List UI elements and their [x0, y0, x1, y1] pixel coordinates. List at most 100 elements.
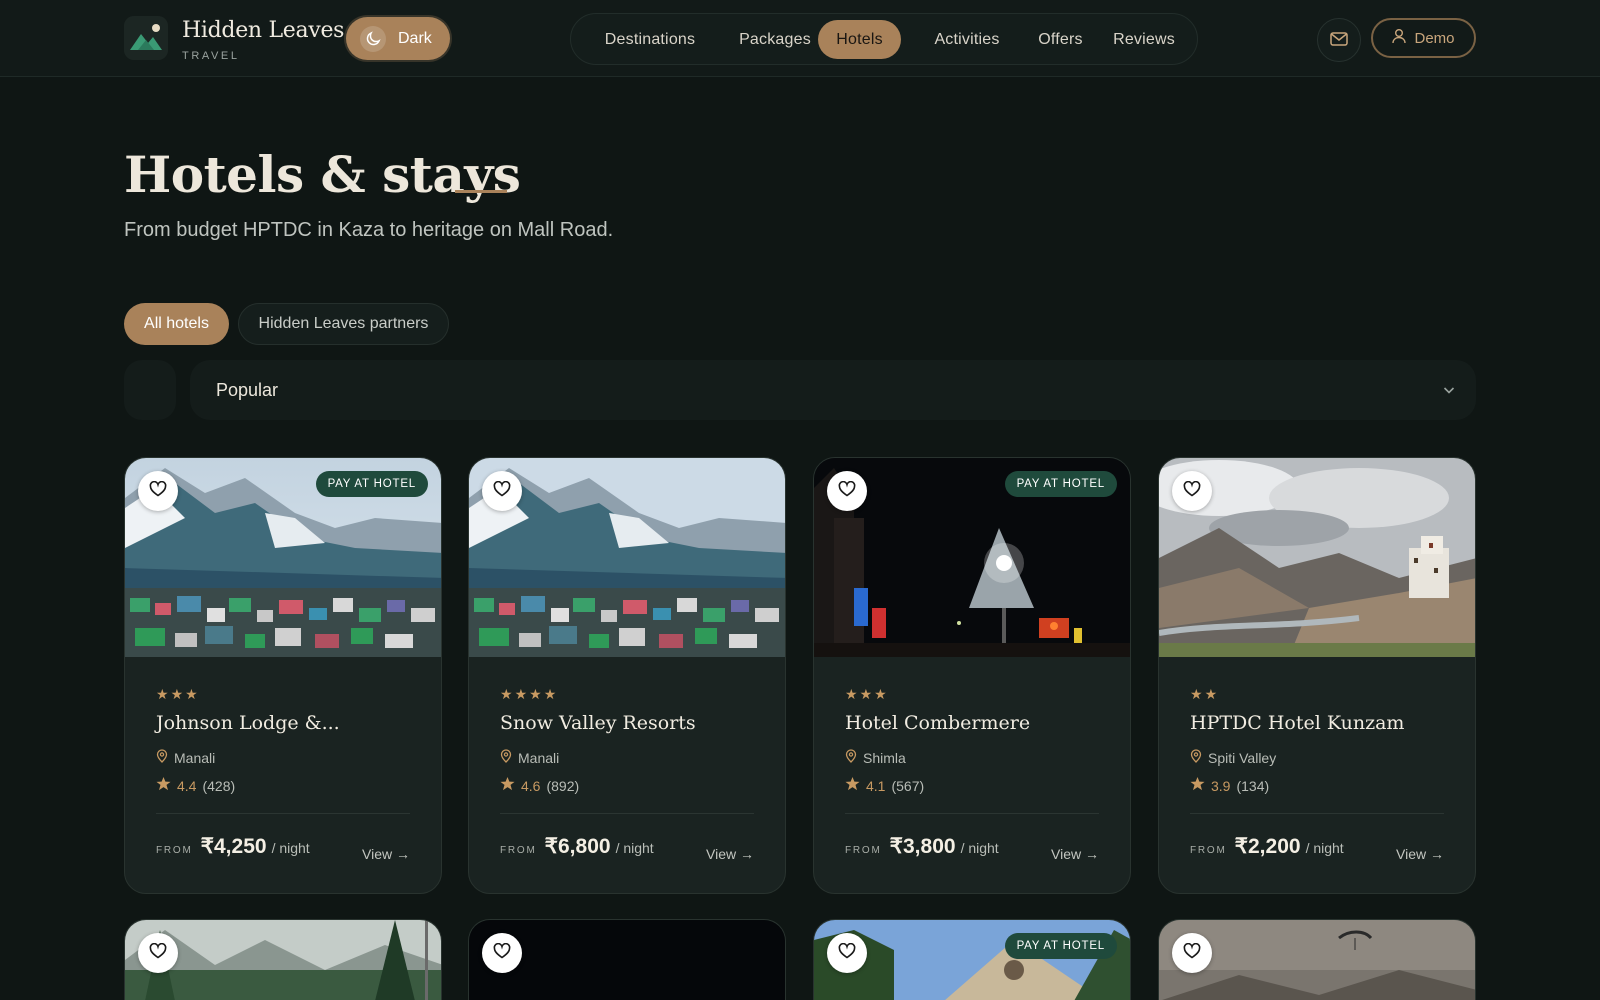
hotel-name[interactable]: Johnson Lodge &... — [156, 712, 340, 734]
guest-rating: 3.9 (134) — [1190, 776, 1269, 795]
location-text: Shimla — [863, 749, 906, 766]
per-night-label: / night — [1305, 840, 1344, 856]
from-label: FROM — [500, 845, 537, 856]
nav-reviews[interactable]: Reviews — [1099, 20, 1189, 59]
user-icon — [1392, 28, 1407, 48]
star-icon: ★ — [874, 687, 887, 703]
star-rating-class: ★ ★ ★ ★ — [500, 688, 556, 702]
nav-activities[interactable]: Activities — [911, 20, 1023, 59]
mail-button[interactable] — [1317, 18, 1361, 62]
star-icon — [1190, 776, 1205, 795]
card-divider — [156, 813, 410, 814]
favorite-button[interactable] — [827, 933, 867, 973]
hotel-location: Manali — [156, 748, 215, 767]
review-count: (428) — [202, 777, 236, 794]
guest-rating: 4.1 (567) — [845, 776, 924, 795]
star-icon — [500, 776, 515, 795]
location-text: Spiti Valley — [1208, 749, 1277, 766]
user-account-button[interactable]: Demo — [1371, 18, 1476, 58]
map-pin-icon — [1190, 748, 1202, 767]
nav-offers[interactable]: Offers — [1013, 20, 1108, 59]
star-icon: ★ — [529, 687, 542, 703]
from-label: FROM — [845, 845, 882, 856]
page-subtitle: From budget HPTDC in Kaza to heritage on… — [124, 219, 614, 241]
location-text: Manali — [174, 749, 216, 766]
heart-icon — [1183, 480, 1201, 501]
star-icon: ★ — [156, 687, 169, 703]
hotel-card[interactable]: ★ ★ HPTDC Hotel Kunzam Spiti Valley 3.9 (… — [1158, 457, 1476, 894]
location-text: Manali — [518, 749, 560, 766]
guest-rating: 4.6 (892) — [500, 776, 579, 795]
nav-packages[interactable]: Packages — [719, 20, 831, 59]
star-icon: ★ — [1190, 687, 1203, 703]
price-value: ₹6,800 — [544, 835, 611, 858]
per-night-label: / night — [271, 840, 310, 856]
main-nav: Destinations Packages Hotels Activities … — [570, 13, 1198, 65]
nav-hotels[interactable]: Hotels — [818, 20, 901, 59]
hotel-card[interactable]: PAY AT HOTEL — [813, 919, 1131, 1000]
sort-value: Popular — [216, 379, 279, 400]
title-accent-rule — [455, 190, 507, 193]
favorite-button[interactable] — [482, 471, 522, 511]
nav-destinations[interactable]: Destinations — [583, 20, 717, 59]
hotel-card[interactable] — [124, 919, 442, 1000]
hotel-name[interactable]: Hotel Combermere — [845, 712, 1030, 734]
hotel-location: Spiti Valley — [1190, 748, 1276, 767]
star-icon: ★ — [514, 687, 528, 703]
favorite-button[interactable] — [827, 471, 867, 511]
sort-select[interactable]: Popular — [190, 360, 1476, 420]
chevron-down-icon — [1442, 382, 1456, 401]
price-value: ₹2,200 — [1234, 835, 1301, 858]
pay-at-hotel-badge: PAY AT HOTEL — [315, 471, 428, 497]
card-divider — [1190, 813, 1444, 814]
map-pin-icon — [156, 748, 168, 767]
rating-value: 4.6 — [521, 777, 541, 794]
favorite-button[interactable] — [1172, 933, 1212, 973]
review-count: (567) — [891, 777, 925, 794]
hotel-card[interactable] — [468, 919, 786, 1000]
price-row: FROM ₹4,250 / night — [156, 834, 310, 859]
star-icon: ★ — [170, 687, 184, 703]
theme-label: Dark — [398, 29, 432, 47]
star-icon: ★ — [500, 687, 513, 703]
map-pin-icon — [845, 748, 857, 767]
heart-icon — [149, 942, 167, 963]
favorite-button[interactable] — [1172, 471, 1212, 511]
moon-icon — [360, 25, 386, 52]
favorite-button[interactable] — [138, 471, 178, 511]
filter-all-hotels[interactable]: All hotels — [124, 303, 229, 345]
price-row: FROM ₹6,800 / night — [500, 834, 654, 859]
price-value: ₹3,800 — [889, 835, 956, 858]
card-divider — [500, 813, 754, 814]
theme-toggle-button[interactable]: Dark — [346, 17, 450, 60]
heart-icon — [838, 942, 856, 963]
hotel-card[interactable]: ★ ★ ★ ★ Snow Valley Resorts Manali 4.6 (892… — [468, 457, 786, 894]
favorite-button[interactable] — [138, 933, 178, 973]
star-rating-class: ★ ★ ★ — [156, 688, 198, 702]
hotel-card[interactable]: PAY AT HOTEL ★ ★ ★ Johnson Lodge &... Mana… — [124, 457, 442, 894]
brand-subtitle: TRAVEL — [182, 50, 240, 62]
star-icon: ★ — [859, 687, 873, 703]
filter-toggle-button[interactable] — [124, 360, 176, 420]
heart-icon — [1183, 942, 1201, 963]
hotel-card[interactable]: PAY AT HOTEL ★ ★ ★ Hotel Combermere Shimla… — [813, 457, 1131, 894]
star-icon — [156, 776, 171, 795]
rating-value: 4.4 — [177, 777, 197, 794]
view-link[interactable]: View → — [362, 846, 410, 862]
hotel-name[interactable]: Snow Valley Resorts — [500, 712, 696, 734]
filter-partners[interactable]: Hidden Leaves partners — [238, 303, 449, 345]
top-header: Hidden Leaves TRAVEL Dark Destinations P… — [0, 0, 1600, 77]
brand-name[interactable]: Hidden Leaves — [182, 18, 344, 43]
view-link[interactable]: View → — [1396, 846, 1444, 862]
hotel-name[interactable]: HPTDC Hotel Kunzam — [1190, 712, 1404, 734]
view-link[interactable]: View → — [1051, 846, 1099, 862]
user-label: Demo — [1414, 29, 1455, 47]
hotel-card[interactable] — [1158, 919, 1476, 1000]
logo-mountain-icon[interactable] — [124, 16, 168, 60]
view-link[interactable]: View → — [706, 846, 754, 862]
price-row: FROM ₹2,200 / night — [1190, 834, 1344, 859]
mail-icon — [1330, 31, 1348, 50]
favorite-button[interactable] — [482, 933, 522, 973]
heart-icon — [149, 480, 167, 501]
review-count: (134) — [1236, 777, 1270, 794]
